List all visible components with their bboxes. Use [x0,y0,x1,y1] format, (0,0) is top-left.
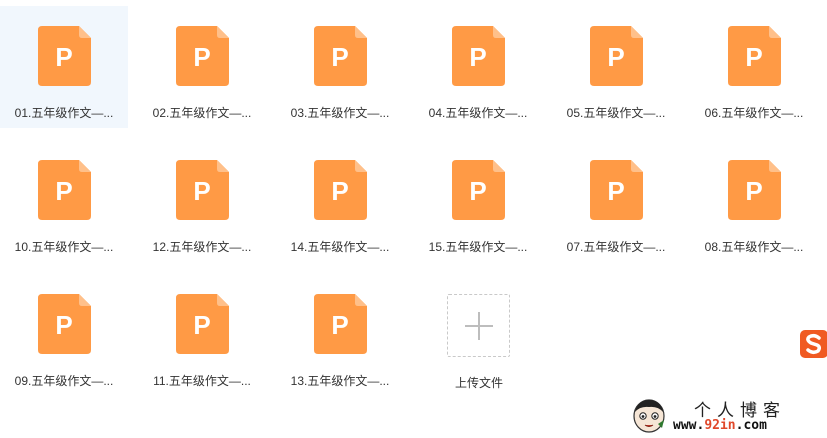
mascot-avatar-icon [633,399,665,433]
powerpoint-file-icon: P [38,160,91,220]
powerpoint-file-icon: P [38,26,91,86]
file-name: 14.五年级作文—... [290,240,390,254]
powerpoint-file-icon: P [176,160,229,220]
file-name: 07.五年级作文—... [566,240,666,254]
powerpoint-file-icon: P [728,26,781,86]
upload-tile[interactable]: 上传文件 [410,276,548,398]
file-name: 05.五年级作文—... [566,106,666,120]
file-tile[interactable]: P 10.五年级作文—... [0,140,128,262]
svg-text:P: P [469,176,486,206]
powerpoint-file-icon: P [314,160,367,220]
plus-icon [465,312,493,340]
watermark-url: www.92in.com [673,418,767,433]
svg-text:P: P [469,42,486,72]
file-tile[interactable]: P 14.五年级作文—... [276,140,404,262]
file-name: 02.五年级作文—... [152,106,252,120]
file-name: 08.五年级作文—... [704,240,804,254]
file-name: 11.五年级作文—... [153,374,251,388]
powerpoint-file-icon: P [38,294,91,354]
powerpoint-file-icon: P [590,160,643,220]
svg-text:P: P [331,176,348,206]
powerpoint-file-icon: P [176,294,229,354]
file-tile[interactable]: P 05.五年级作文—... [552,6,680,128]
file-tile[interactable]: P 03.五年级作文—... [276,6,404,128]
file-name: 12.五年级作文—... [152,240,252,254]
svg-text:P: P [745,42,762,72]
file-tile[interactable]: P 08.五年级作文—... [690,140,818,262]
file-tile[interactable]: P 06.五年级作文—... [690,6,818,128]
svg-text:P: P [193,42,210,72]
file-tile[interactable]: P 15.五年级作文—... [414,140,542,262]
powerpoint-file-icon: P [314,294,367,354]
file-tile[interactable]: P 11.五年级作文—... [138,274,266,396]
file-name: 01.五年级作文—... [14,106,114,120]
file-name: 04.五年级作文—... [428,106,528,120]
powerpoint-file-icon: P [314,26,367,86]
file-name: 10.五年级作文—... [14,240,114,254]
svg-text:P: P [55,42,72,72]
upload-label: 上传文件 [454,376,503,390]
file-tile[interactable]: P 01.五年级作文—... [0,6,128,128]
file-name: 09.五年级作文—... [14,374,114,388]
file-tile[interactable]: P 09.五年级作文—... [0,274,128,396]
svg-text:P: P [607,42,624,72]
upload-button[interactable] [447,294,510,357]
file-grid: P 01.五年级作文—... P 02.五年级作文—... P 03.五年级作文… [0,0,827,420]
powerpoint-file-icon: P [590,26,643,86]
powerpoint-file-icon: P [452,26,505,86]
file-name: 13.五年级作文—... [290,374,390,388]
file-tile[interactable]: P 12.五年级作文—... [138,140,266,262]
svg-text:P: P [331,42,348,72]
blog-watermark: 个人博客 www.92in.com [627,394,827,438]
file-tile[interactable]: P 13.五年级作文—... [276,274,404,396]
powerpoint-file-icon: P [728,160,781,220]
file-tile[interactable]: P 02.五年级作文—... [138,6,266,128]
svg-text:P: P [193,176,210,206]
file-tile[interactable]: P 04.五年级作文—... [414,6,542,128]
svg-text:P: P [331,310,348,340]
svg-text:P: P [193,310,210,340]
file-tile[interactable]: P 07.五年级作文—... [552,140,680,262]
powerpoint-file-icon: P [176,26,229,86]
svg-text:P: P [607,176,624,206]
file-name: 06.五年级作文—... [704,106,804,120]
file-name: 15.五年级作文—... [428,240,528,254]
svg-text:P: P [55,310,72,340]
powerpoint-file-icon: P [452,160,505,220]
svg-text:P: P [745,176,762,206]
file-name: 03.五年级作文—... [290,106,390,120]
svg-text:P: P [55,176,72,206]
sogou-logo-icon [800,330,827,358]
